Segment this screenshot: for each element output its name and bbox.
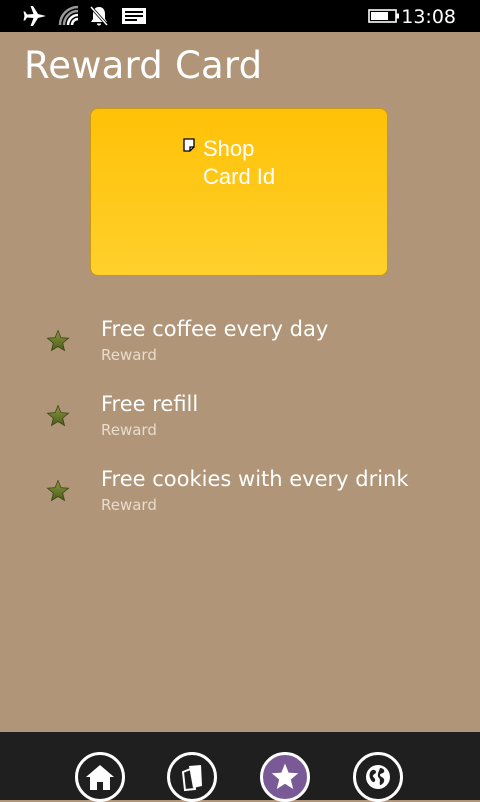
home-button[interactable] [75,752,125,802]
reward-item-free-cookies[interactable]: Free cookies with every drink Reward [0,465,480,540]
cards-icon [177,762,207,792]
reward-title: Free refill [101,392,199,416]
card-text-line1: Shop [203,136,255,161]
airplane-mode-icon [22,0,48,32]
web-button[interactable] [353,752,403,802]
reward-subtitle: Reward [101,346,157,364]
broken-image-icon [183,137,195,152]
status-bar: 13:08 [0,0,480,32]
page-title: Reward Card [24,44,263,87]
rewards-list: Free coffee every day Reward Free refill… [0,315,480,540]
star-icon [270,762,300,792]
reward-card[interactable]: Shop Card Id [90,108,388,276]
card-alt-text: Shop Card Id [203,135,275,191]
reward-title: Free cookies with every drink [101,467,409,491]
cards-button[interactable] [167,752,217,802]
rewards-button[interactable] [260,752,310,802]
star-icon [46,329,70,353]
reward-item-free-refill[interactable]: Free refill Reward [0,390,480,465]
clock-time: 13:08 [401,6,456,28]
message-icon [120,0,148,32]
globe-icon [364,763,392,791]
home-icon [84,763,116,791]
reward-subtitle: Reward [101,496,157,514]
reward-title: Free coffee every day [101,317,329,341]
app-bar [0,732,480,802]
reward-item-free-coffee[interactable]: Free coffee every day Reward [0,315,480,390]
reward-subtitle: Reward [101,421,157,439]
star-icon [46,479,70,503]
wifi-signal-icon [57,0,81,32]
star-icon [46,404,70,428]
quiet-hours-icon [88,0,110,32]
card-text-line2: Card Id [203,164,276,189]
battery-icon [367,0,401,32]
